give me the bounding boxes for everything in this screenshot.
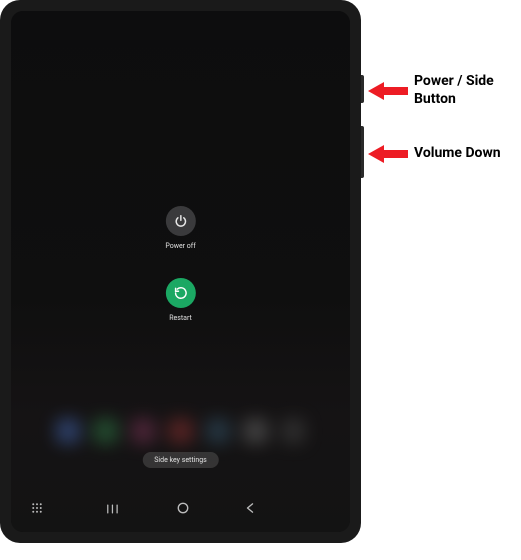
power-off-label: Power off [165,242,195,250]
power-off-button[interactable]: Power off [165,206,195,250]
side-key-settings-label: Side key settings [154,456,206,464]
annotation-volume-label: Volume Down [414,145,501,163]
arrow-icon [368,80,408,102]
apps-icon[interactable] [31,499,43,518]
annotation-power: Power / Side Button [368,73,514,108]
annotation-volume: Volume Down [368,143,501,165]
restart-label: Restart [169,314,192,322]
arrow-icon [368,143,408,165]
power-menu: Power off Restart [165,206,195,322]
home-icon[interactable] [177,499,189,518]
back-icon[interactable] [245,499,255,518]
physical-volume-button[interactable] [361,126,364,178]
restart-icon [166,278,196,308]
annotation-power-label: Power / Side Button [414,73,514,108]
recents-icon[interactable] [107,499,121,518]
navigation-bar [11,499,350,518]
tablet-frame: Power off Restart Side key settings [0,0,361,543]
restart-button[interactable]: Restart [166,278,196,322]
tablet-bezel: Power off Restart Side key settings [11,11,350,532]
power-off-icon [166,206,196,236]
dock-blurred [55,408,306,454]
side-key-settings-button[interactable]: Side key settings [142,452,218,468]
physical-power-button[interactable] [361,75,364,103]
screen: Power off Restart Side key settings [11,11,350,532]
